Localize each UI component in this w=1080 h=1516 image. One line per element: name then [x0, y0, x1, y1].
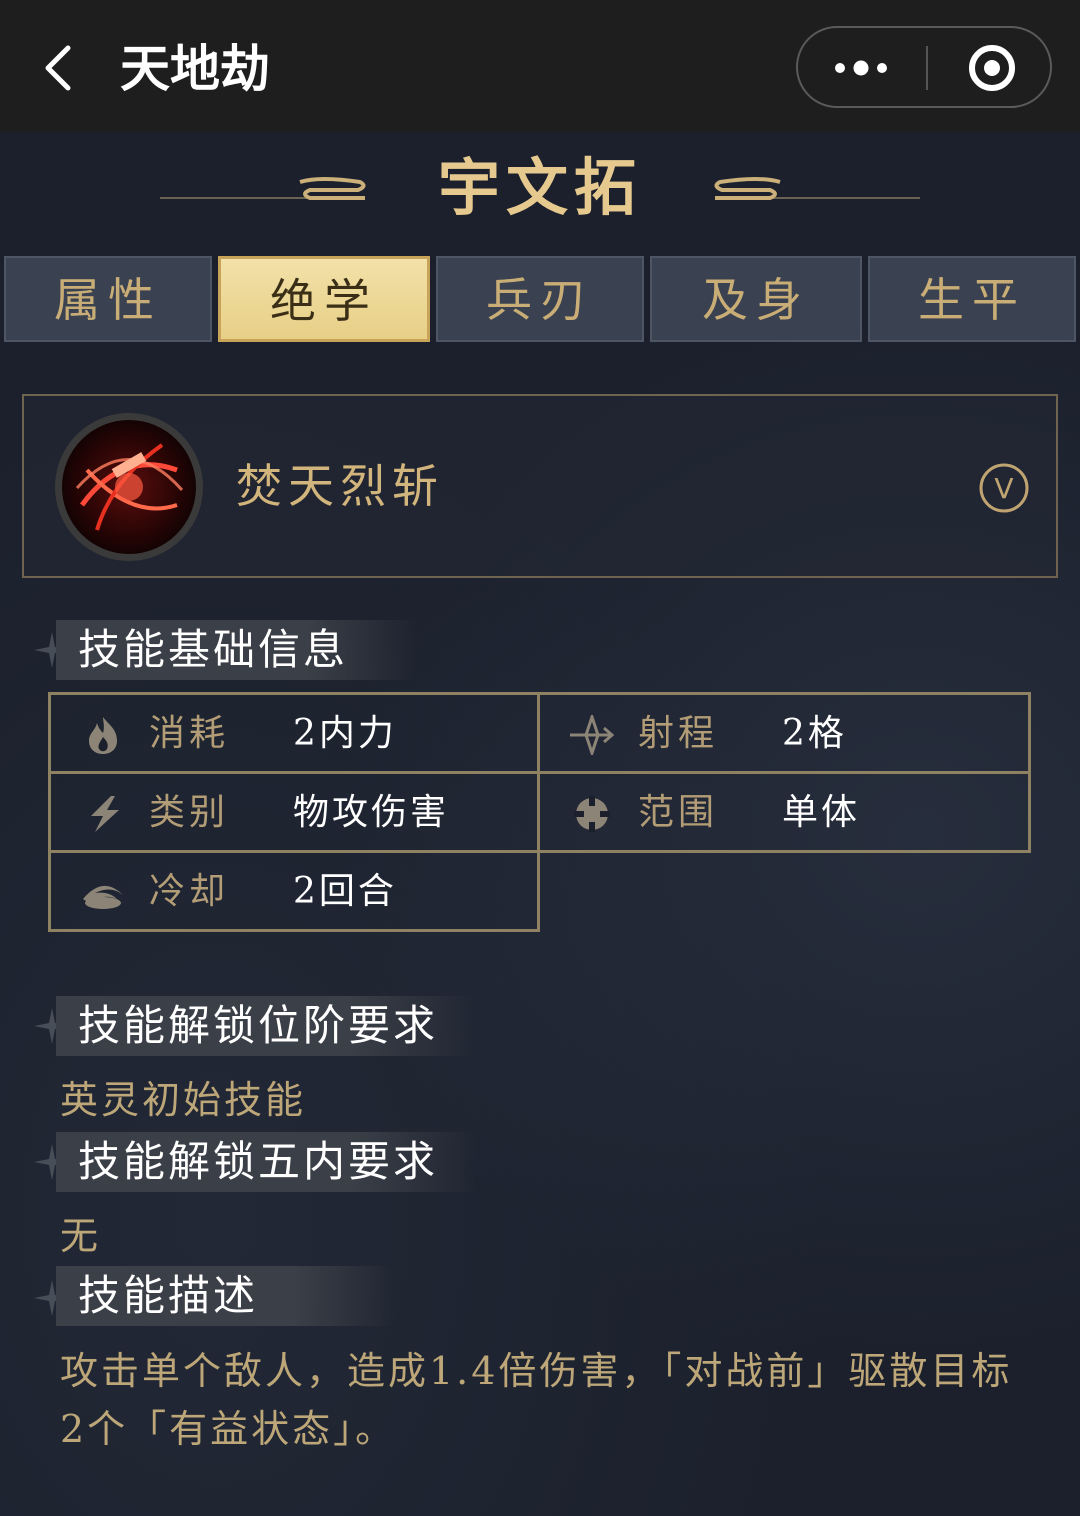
tab-bar: 属性 绝学 兵刃 及身 生平 [0, 256, 1080, 344]
title-ornament-right-icon [714, 177, 920, 200]
chevron-left-icon[interactable] [40, 44, 80, 92]
section-header-description: 技能描述 [56, 1266, 396, 1326]
info-value: 物攻伤害 [293, 792, 450, 833]
info-cell-area: 范围 单体 [537, 771, 1031, 853]
info-value: 2内力 [293, 713, 397, 754]
section-header-unlock-five: 技能解锁五内要求 [56, 1132, 476, 1192]
info-value: 2回合 [293, 871, 397, 912]
section-header-basic-info: 技能基础信息 [56, 620, 416, 680]
mini-program-capsule [796, 26, 1052, 108]
tab-attributes[interactable]: 属性 [4, 256, 212, 342]
info-label: 消耗 [149, 713, 230, 754]
unlock-five-value: 无 [60, 1214, 102, 1258]
info-value: 单体 [782, 792, 861, 833]
tab-biography[interactable]: 生平 [868, 256, 1076, 342]
chevron-down-icon[interactable]: V [978, 462, 1030, 514]
section-title: 技能基础信息 [78, 625, 349, 674]
section-title: 技能解锁五内要求 [78, 1137, 439, 1186]
more-dots-icon[interactable] [798, 28, 926, 106]
info-label: 类别 [149, 792, 230, 833]
tab-weapon[interactable]: 兵刃 [436, 256, 644, 342]
info-cell-cooldown: 冷却 2回合 [48, 850, 540, 932]
unlock-rank-value: 英灵初始技能 [60, 1078, 307, 1122]
skill-description: 攻击单个敌人，造成1.4倍伤害，「对战前」驱散目标2个「有益状态」。 [60, 1349, 1013, 1451]
info-cell-range: 射程 2格 [537, 692, 1031, 774]
section-title: 技能解锁位阶要求 [78, 1001, 439, 1050]
info-label: 冷却 [149, 871, 230, 912]
page: 天地劫 宇文拓 属性 绝学 兵刃 及身 生平 焚天烈斩 V 技能基础信息 消耗 … [0, 0, 1080, 1516]
info-label: 射程 [638, 713, 719, 754]
lightning-icon [81, 794, 125, 834]
flame-icon [81, 715, 125, 755]
section-header-unlock-rank: 技能解锁位阶要求 [56, 996, 476, 1056]
info-value: 2格 [782, 713, 847, 754]
skill-name: 焚天烈斩 [236, 459, 444, 513]
svg-text:V: V [994, 472, 1013, 505]
skill-fire-slash-icon [52, 410, 206, 564]
cooldown-swirl-icon [81, 873, 125, 913]
arrow-target-icon [570, 712, 615, 758]
app-title: 天地劫 [120, 40, 270, 98]
skill-card[interactable]: 焚天烈斩 V [22, 394, 1058, 578]
tab-gear[interactable]: 及身 [650, 256, 862, 342]
tab-skills[interactable]: 绝学 [218, 256, 430, 342]
info-cell-cost: 消耗 2内力 [48, 692, 540, 774]
target-circle-icon[interactable] [928, 28, 1052, 106]
top-bar: 天地劫 [0, 0, 1080, 132]
info-label: 范围 [638, 792, 719, 833]
section-title: 技能描述 [78, 1271, 259, 1320]
info-cell-type: 类别 物攻伤害 [48, 771, 540, 853]
single-target-icon [570, 794, 614, 834]
